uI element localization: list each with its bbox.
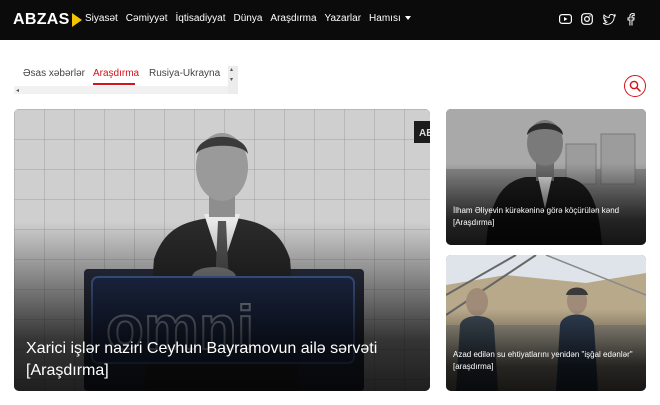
nav-item-dunya[interactable]: Dünya bbox=[234, 13, 263, 24]
scroll-left-icon[interactable]: ◂ bbox=[16, 87, 19, 94]
featured-article-title[interactable]: Xarici işlər naziri Ceyhun Bayramovun ai… bbox=[26, 338, 416, 382]
search-button[interactable] bbox=[624, 75, 646, 97]
tab-esas-xeberler[interactable]: Əsas xəbərlər bbox=[23, 68, 85, 79]
scroll-down-icon[interactable]: ▾ bbox=[230, 76, 233, 83]
side-article-title[interactable]: Azad edilən su ehtiyatlarını yenidən "iş… bbox=[453, 349, 639, 373]
tab-arasdirma[interactable]: Araşdırma bbox=[93, 68, 139, 79]
site-logo[interactable]: ABZAS bbox=[13, 10, 82, 30]
featured-article-card[interactable]: AE omni Xarici işlər naziri Ceyhun Bayra… bbox=[14, 109, 430, 391]
chevron-down-icon bbox=[404, 16, 411, 21]
search-icon bbox=[629, 80, 641, 92]
nav-item-iqtisadiyyat[interactable]: İqtisadiyyat bbox=[175, 13, 225, 24]
scroll-up-icon[interactable]: ▴ bbox=[230, 66, 233, 73]
top-navbar: ABZAS Siyasət Cəmiyyət İqtisadiyyat Düny… bbox=[0, 0, 660, 40]
nav-item-siyaset[interactable]: Siyasət bbox=[85, 13, 118, 24]
vertical-scrollbar[interactable]: ▴ ▾ bbox=[228, 66, 238, 94]
active-tab-indicator bbox=[93, 83, 135, 85]
nav-item-cemiyyet[interactable]: Cəmiyyət bbox=[126, 13, 168, 24]
tab-rusiya-ukrayna[interactable]: Rusiya-Ukrayna bbox=[149, 68, 220, 79]
image-corner-text: AE bbox=[419, 128, 430, 139]
side-article-card[interactable]: Azad edilən su ehtiyatlarını yenidən "iş… bbox=[446, 255, 646, 391]
category-tabs: Əsas xəbərlər Araşdırma Rusiya-Ukrayna ◂… bbox=[14, 62, 238, 94]
nav-item-more[interactable]: Hamısı bbox=[369, 13, 411, 24]
main-nav: Siyasət Cəmiyyət İqtisadiyyat Dünya Araş… bbox=[85, 13, 419, 24]
logo-text: ABZAS bbox=[13, 11, 70, 28]
instagram-icon[interactable] bbox=[580, 12, 594, 26]
youtube-icon[interactable] bbox=[558, 12, 572, 26]
twitter-icon[interactable] bbox=[602, 12, 616, 26]
nav-more-label: Hamısı bbox=[369, 13, 401, 24]
nav-item-arasdirma[interactable]: Araşdırma bbox=[270, 13, 316, 24]
side-article-title[interactable]: İlham Əliyevin kürəkəninə görə köçürülən… bbox=[453, 205, 639, 229]
facebook-icon[interactable] bbox=[624, 12, 638, 26]
horizontal-scrollbar[interactable]: ◂ bbox=[14, 86, 238, 94]
logo-triangle-icon bbox=[71, 13, 82, 27]
nav-item-yazarlar[interactable]: Yazarlar bbox=[325, 13, 362, 24]
side-article-card[interactable]: İlham Əliyevin kürəkəninə görə köçürülən… bbox=[446, 109, 646, 245]
